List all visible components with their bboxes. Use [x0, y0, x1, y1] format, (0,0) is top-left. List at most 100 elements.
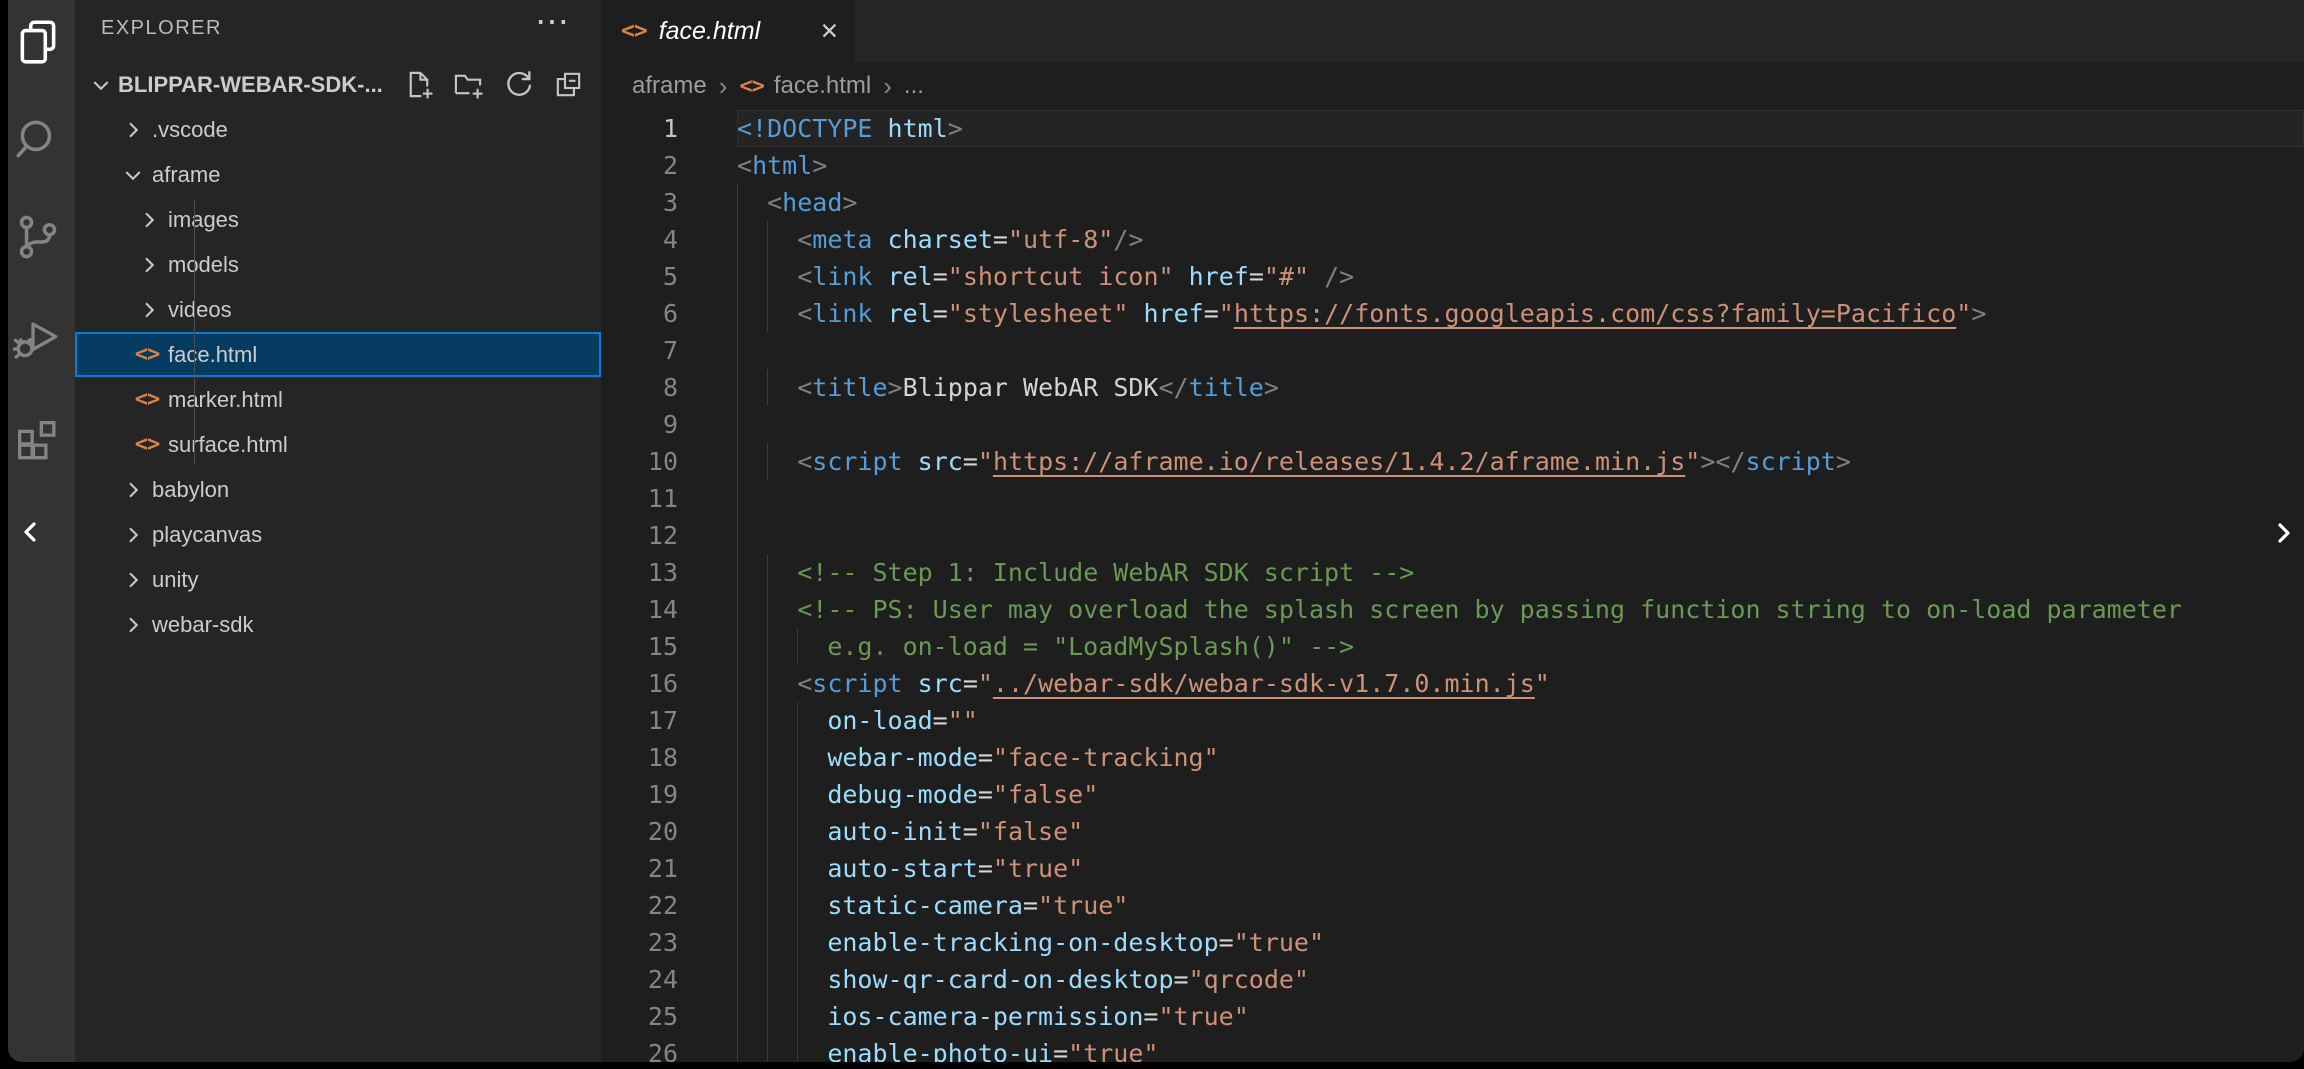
collapse-all-icon[interactable]: [553, 69, 584, 100]
indent-guide: [737, 665, 738, 702]
tree-item-webar-sdk[interactable]: webar-sdk: [75, 602, 601, 647]
indent-guide: [797, 776, 798, 813]
code-line-16[interactable]: 16 <script src="../webar-sdk/webar-sdk-v…: [601, 665, 2304, 702]
tree-item-videos[interactable]: videos: [75, 287, 601, 332]
breadcrumb-item[interactable]: aframe: [632, 72, 707, 100]
code-line-13[interactable]: 13 <!-- Step 1: Include WebAR SDK script…: [601, 554, 2304, 591]
tree-item-face-html[interactable]: <>face.html: [75, 332, 601, 377]
code-line-22[interactable]: 22 static-camera="true": [601, 887, 2304, 924]
indent-guide: [737, 961, 738, 998]
indent-guide: [737, 517, 738, 554]
tree-item-label: images: [168, 207, 239, 233]
code-area[interactable]: 1<!DOCTYPE html>2<html>3 <head>4 <meta c…: [601, 110, 2304, 1062]
new-folder-icon[interactable]: [453, 69, 484, 100]
line-content: webar-mode="face-tracking": [737, 739, 2304, 776]
code-line-25[interactable]: 25 ios-camera-permission="true": [601, 998, 2304, 1035]
line-content: <!-- PS: User may overload the splash sc…: [737, 591, 2304, 628]
code-line-11[interactable]: 11: [601, 480, 2304, 517]
line-number: 12: [601, 517, 678, 554]
code-line-18[interactable]: 18 webar-mode="face-tracking": [601, 739, 2304, 776]
breadcrumb-item[interactable]: ...: [904, 72, 924, 100]
code-line-4[interactable]: 4 <meta charset="utf-8"/>: [601, 221, 2304, 258]
indent-guide: [797, 924, 798, 961]
indent-guide: [767, 776, 768, 813]
search-icon[interactable]: [13, 114, 63, 164]
code-line-5[interactable]: 5 <link rel="shortcut icon" href="#" />: [601, 258, 2304, 295]
chevron-right-icon: [136, 252, 162, 278]
editor-group: <> face.html ✕ aframe›<>face.html›... 1<…: [601, 0, 2304, 1062]
tree-item-surface-html[interactable]: <>surface.html: [75, 422, 601, 467]
breadcrumb-separator: ›: [883, 71, 892, 102]
indent-guide: [737, 332, 738, 369]
close-icon[interactable]: ✕: [820, 18, 839, 45]
breadcrumb-item[interactable]: face.html: [774, 72, 871, 100]
tree-item-models[interactable]: models: [75, 242, 601, 287]
line-number: 2: [601, 147, 678, 184]
more-actions-icon[interactable]: ⋯: [535, 2, 571, 42]
explorer-toolbar: [403, 69, 584, 100]
code-line-24[interactable]: 24 show-qr-card-on-desktop="qrcode": [601, 961, 2304, 998]
tree-item-playcanvas[interactable]: playcanvas: [75, 512, 601, 557]
indent-guide: [797, 1035, 798, 1062]
line-number: 11: [601, 480, 678, 517]
indent-guide: [767, 1035, 768, 1062]
indent-guide: [737, 739, 738, 776]
code-line-21[interactable]: 21 auto-start="true": [601, 850, 2304, 887]
refresh-icon[interactable]: [503, 69, 534, 100]
line-number: 8: [601, 369, 678, 406]
indent-guide: [767, 443, 768, 480]
code-line-1[interactable]: 1<!DOCTYPE html>: [601, 110, 2304, 147]
code-line-3[interactable]: 3 <head>: [601, 184, 2304, 221]
tree-item-label: playcanvas: [152, 522, 262, 548]
tree-item-unity[interactable]: unity: [75, 557, 601, 602]
tree-root-folder[interactable]: BLIPPAR-WEBAR-SDK-...: [75, 62, 601, 107]
chevron-right-icon: [120, 567, 146, 593]
code-line-17[interactable]: 17 on-load="": [601, 702, 2304, 739]
source-control-icon[interactable]: [13, 212, 63, 262]
code-line-14[interactable]: 14 <!-- PS: User may overload the splash…: [601, 591, 2304, 628]
line-content: <head>: [737, 184, 2304, 221]
indent-guide: [737, 184, 738, 221]
code-line-23[interactable]: 23 enable-tracking-on-desktop="true": [601, 924, 2304, 961]
code-line-12[interactable]: 12: [601, 517, 2304, 554]
code-line-9[interactable]: 9: [601, 406, 2304, 443]
chevron-left-icon[interactable]: [18, 512, 42, 557]
run-debug-icon[interactable]: [13, 312, 63, 362]
tree-item-babylon[interactable]: babylon: [75, 467, 601, 512]
line-number: 17: [601, 702, 678, 739]
indent-guide: [737, 295, 738, 332]
chevron-right-icon[interactable]: [2272, 513, 2296, 558]
new-file-icon[interactable]: [403, 69, 434, 100]
code-line-8[interactable]: 8 <title>Blippar WebAR SDK</title>: [601, 369, 2304, 406]
tree-item--vscode[interactable]: .vscode: [75, 107, 601, 152]
code-line-2[interactable]: 2<html>: [601, 147, 2304, 184]
code-line-6[interactable]: 6 <link rel="stylesheet" href="https://f…: [601, 295, 2304, 332]
line-content: [737, 517, 2304, 554]
tab-face-html[interactable]: <> face.html ✕: [601, 0, 855, 62]
line-content: on-load="": [737, 702, 2304, 739]
code-line-19[interactable]: 19 debug-mode="false": [601, 776, 2304, 813]
extensions-icon[interactable]: [13, 411, 63, 461]
tree-item-marker-html[interactable]: <>marker.html: [75, 377, 601, 422]
line-number: 22: [601, 887, 678, 924]
code-line-7[interactable]: 7: [601, 332, 2304, 369]
tree-item-label: .vscode: [152, 117, 228, 143]
code-line-26[interactable]: 26 enable-photo-ui="true": [601, 1035, 2304, 1062]
code-line-20[interactable]: 20 auto-init="false": [601, 813, 2304, 850]
html-file-icon: <>: [132, 432, 162, 457]
line-number: 9: [601, 406, 678, 443]
indent-guide: [767, 295, 768, 332]
code-line-15[interactable]: 15 e.g. on-load = "LoadMySplash()" -->: [601, 628, 2304, 665]
tree-item-images[interactable]: images: [75, 197, 601, 242]
line-content: auto-start="true": [737, 850, 2304, 887]
html-file-icon: <>: [132, 342, 162, 367]
explorer-sidebar: EXPLORER ⋯ BLIPPAR-WEBAR-SDK-...: [75, 0, 601, 1062]
code-line-10[interactable]: 10 <script src="https://aframe.io/releas…: [601, 443, 2304, 480]
line-content: enable-photo-ui="true": [737, 1035, 2304, 1062]
indent-guide: [737, 924, 738, 961]
html-file-icon: <>: [621, 18, 647, 44]
line-content: <title>Blippar WebAR SDK</title>: [737, 369, 2304, 406]
files-explorer-icon[interactable]: [13, 17, 63, 67]
tree-item-aframe[interactable]: aframe: [75, 152, 601, 197]
line-content: <script src="../webar-sdk/webar-sdk-v1.7…: [737, 665, 2304, 702]
